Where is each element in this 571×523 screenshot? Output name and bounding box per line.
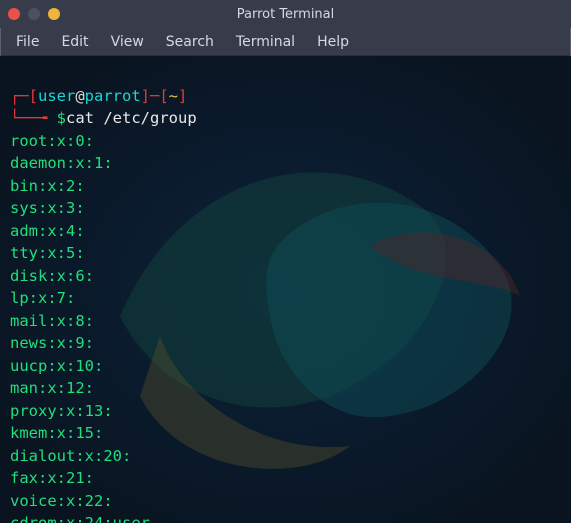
titlebar[interactable]: Parrot Terminal [0, 0, 571, 28]
window-controls [8, 8, 60, 20]
terminal-area[interactable]: ┌─[user@parrot]─[~] └──╼ $cat /etc/group… [0, 56, 571, 523]
prompt-cwd: ~ [169, 87, 178, 105]
maximize-button[interactable] [48, 8, 60, 20]
output-line: mail:x:8: [10, 312, 94, 330]
output-line: kmem:x:15: [10, 424, 103, 442]
minimize-button[interactable] [28, 8, 40, 20]
menu-edit[interactable]: Edit [51, 31, 98, 53]
prompt-bracket-close: ] [178, 87, 187, 105]
output-line: cdrom:x:24:user [10, 514, 150, 523]
output-line: proxy:x:13: [10, 402, 113, 420]
prompt-user: user [38, 87, 75, 105]
output-line: man:x:12: [10, 379, 94, 397]
output-line: tty:x:5: [10, 244, 85, 262]
menu-file[interactable]: File [6, 31, 49, 53]
terminal-text[interactable]: ┌─[user@parrot]─[~] └──╼ $cat /etc/group… [0, 56, 571, 523]
output-line: lp:x:7: [10, 289, 75, 307]
output-line: fax:x:21: [10, 469, 94, 487]
prompt-corner: └──╼ [10, 109, 57, 127]
prompt-dollar: $ [57, 109, 66, 127]
output-line: bin:x:2: [10, 177, 85, 195]
menu-terminal[interactable]: Terminal [226, 31, 305, 53]
output-line: disk:x:6: [10, 267, 94, 285]
menu-help[interactable]: Help [307, 31, 359, 53]
menu-view[interactable]: View [101, 31, 154, 53]
terminal-window: Parrot Terminal File Edit View Search Te… [0, 0, 571, 523]
output-line: uucp:x:10: [10, 357, 103, 375]
output-line: daemon:x:1: [10, 154, 113, 172]
output-line: news:x:9: [10, 334, 94, 352]
output-line: adm:x:4: [10, 222, 85, 240]
prompt-bracket-open: ┌─[ [10, 87, 38, 105]
window-title: Parrot Terminal [0, 7, 571, 22]
prompt-host: parrot [85, 87, 141, 105]
prompt-bracket-mid: ]─[ [141, 87, 169, 105]
output-line: sys:x:3: [10, 199, 85, 217]
menu-search[interactable]: Search [156, 31, 224, 53]
output-line: root:x:0: [10, 132, 94, 150]
output-line: dialout:x:20: [10, 447, 131, 465]
output-line: voice:x:22: [10, 492, 113, 510]
prompt-at: @ [75, 87, 84, 105]
menubar: File Edit View Search Terminal Help [0, 28, 571, 56]
close-button[interactable] [8, 8, 20, 20]
command-text: cat /etc/group [66, 109, 197, 127]
